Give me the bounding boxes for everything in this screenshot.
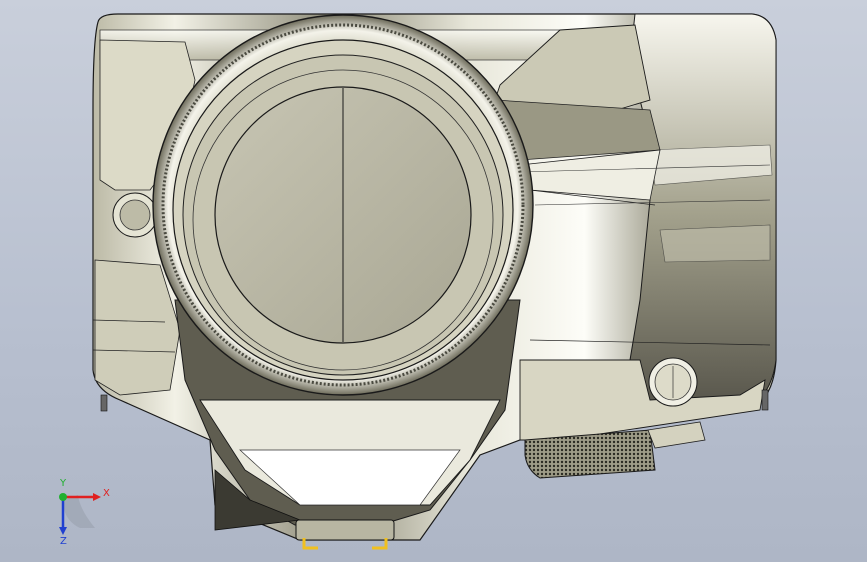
right-foot: [761, 389, 769, 411]
z-axis-label: Z: [60, 536, 67, 547]
left-foot: [100, 394, 108, 412]
y-axis-label: Y: [59, 478, 67, 489]
x-axis-label: X: [103, 488, 110, 499]
cad-graphics-viewport[interactable]: X Y Z: [0, 0, 867, 562]
hand-grip[interactable]: [629, 13, 777, 411]
bottom-connector: [295, 519, 395, 541]
coordinate-triad: X Y Z: [59, 478, 110, 547]
camera-model-render[interactable]: X Y Z: [0, 0, 867, 562]
y-axis-dot: [59, 493, 67, 501]
